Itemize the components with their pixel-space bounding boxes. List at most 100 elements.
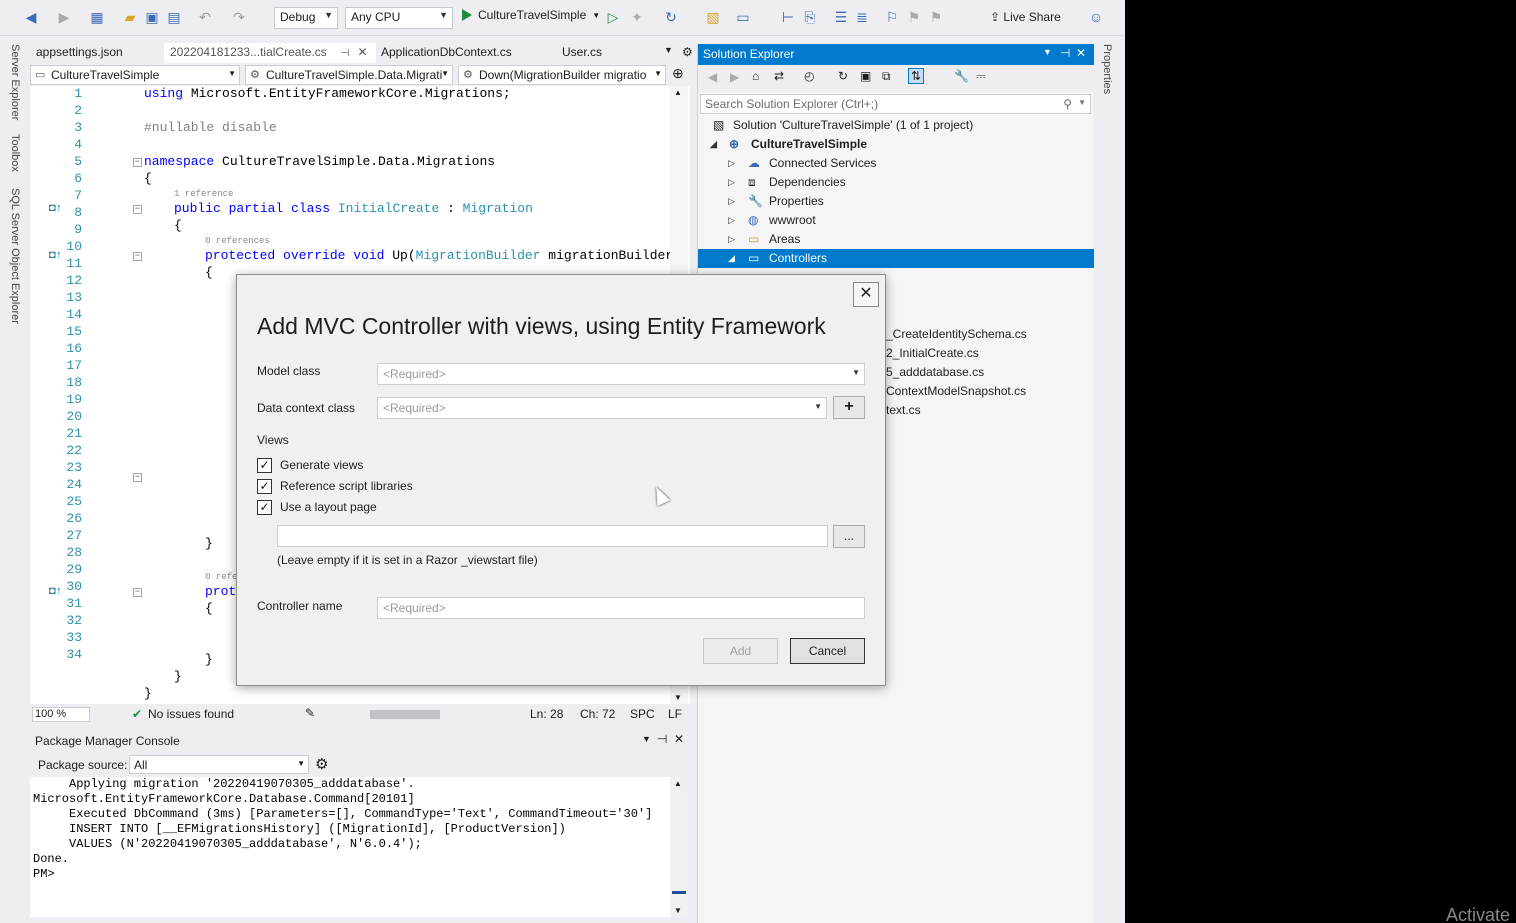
tree-item-migration-file[interactable]: 5_adddatabase.cs (886, 365, 984, 379)
copy-icon[interactable]: ⎘ (801, 8, 819, 26)
type-nav-dropdown[interactable]: ⚙ CultureTravelSimple.Data.Migrati ▼ (245, 65, 453, 85)
data-context-dropdown[interactable]: <Required> ▼ (377, 397, 827, 419)
tree-solution[interactable]: ▧ Solution 'CultureTravelSimple' (1 of 1… (698, 116, 1094, 135)
project-nav-dropdown[interactable]: ▭ CultureTravelSimple ▼ (30, 65, 240, 85)
layout-page-input[interactable] (277, 525, 828, 547)
start-without-debug-icon[interactable]: ▷ (604, 8, 622, 26)
tab-applicationdbcontext[interactable]: ApplicationDbContext.cs (375, 43, 518, 63)
add-button[interactable]: Add (703, 638, 778, 664)
use-layout-checkbox-row[interactable]: ✓ Use a layout page (257, 499, 377, 515)
whitespace-status[interactable]: SPC (630, 707, 655, 721)
align-icon[interactable]: ⊢ (779, 8, 797, 26)
tab-user[interactable]: User.cs (556, 43, 608, 63)
forward-icon[interactable]: ▶ (55, 8, 73, 26)
member-nav-dropdown[interactable]: ⚙ Down(MigrationBuilder migratio ▼ (458, 65, 666, 85)
override-marker-icon[interactable]: ◘↑ (49, 203, 62, 215)
tree-item-areas[interactable]: ▷ ▭ Areas (698, 230, 1094, 249)
live-share-button[interactable]: ⇪ Live Share (990, 10, 1061, 24)
tab-appsettings[interactable]: appsettings.json (30, 43, 129, 63)
se-search-input[interactable]: Search Solution Explorer (Ctrl+;) ⚲ ▼ (700, 94, 1091, 114)
save-all-icon[interactable]: ▤ (165, 8, 183, 26)
scroll-down-icon[interactable]: ▼ (674, 693, 682, 702)
pmc-output[interactable]: Applying migration '20220419070305_addda… (30, 777, 670, 917)
server-explorer-tab[interactable]: Server Explorer (9, 44, 21, 120)
bookmark-icon[interactable]: ⚐ (883, 8, 901, 26)
tree-item-file[interactable]: text.cs (886, 403, 921, 417)
line-ending-status[interactable]: LF (668, 707, 682, 721)
chevron-down-icon[interactable]: ▼ (1078, 98, 1086, 107)
properties-side-tab[interactable]: Properties (1097, 44, 1119, 104)
chevron-down-icon[interactable]: ▼ (1043, 47, 1052, 57)
tab-initialcreate[interactable]: 202204181233...tialCreate.cs ⊣ ✕ (164, 43, 376, 63)
refresh-icon[interactable]: ↻ (662, 8, 680, 26)
tree-item-connected-services[interactable]: ▷ ☁ Connected Services (698, 154, 1094, 173)
use-layout-checkbox[interactable]: ✓ (257, 499, 272, 515)
collapse-icon[interactable]: − (133, 473, 142, 482)
config-dropdown[interactable]: Debug ▼ (274, 7, 338, 29)
codelens-references[interactable]: 0 references (205, 236, 270, 246)
model-class-dropdown[interactable]: <Required> ▼ (377, 363, 865, 385)
code-cleanup-icon[interactable]: ✎ (305, 706, 315, 720)
gear-icon[interactable]: ⚙ (676, 43, 699, 63)
collapsed-icon[interactable]: ▷ (728, 154, 735, 173)
horizontal-scroll-thumb[interactable] (370, 710, 440, 719)
add-data-context-button[interactable]: + (833, 396, 865, 419)
forward-icon[interactable]: ▶ (730, 70, 739, 84)
history-icon[interactable]: ◴ (804, 69, 814, 83)
back-icon[interactable]: ◀ (708, 70, 717, 84)
pmc-scrollbar[interactable]: ▲ ▼ (670, 777, 688, 917)
dialog-close-button[interactable]: ✕ (853, 282, 879, 307)
collapsed-icon[interactable]: ▷ (728, 211, 735, 230)
run-button[interactable]: CultureTravelSimple ▼ (462, 8, 600, 22)
tree-item-dependencies[interactable]: ▷ ⧈ Dependencies (698, 173, 1094, 192)
sql-server-object-explorer-tab[interactable]: SQL Server Object Explorer (9, 188, 21, 324)
home-icon[interactable]: ⌂ (752, 69, 759, 83)
platform-dropdown[interactable]: Any CPU ▼ (345, 7, 453, 29)
tree-item-migration-file[interactable]: ContextModelSnapshot.cs (886, 384, 1026, 398)
indent-icon[interactable]: ☰ (832, 8, 850, 26)
scroll-down-icon[interactable]: ▼ (674, 906, 682, 915)
close-icon[interactable]: ✕ (674, 732, 684, 746)
collapsed-icon[interactable]: ▷ (728, 173, 735, 192)
tree-item-properties[interactable]: ▷ 🔧 Properties (698, 192, 1094, 211)
tree-item-controllers[interactable]: ◢ ▭ Controllers (698, 249, 1094, 268)
hot-reload-icon[interactable]: ✦ (628, 8, 646, 26)
chevron-down-icon[interactable]: ▼ (642, 734, 651, 744)
collapse-icon[interactable]: − (133, 252, 142, 261)
solution-explorer-icon[interactable]: ▧ (704, 8, 722, 26)
properties-icon[interactable]: ⎓ (976, 69, 986, 84)
feedback-icon[interactable]: ☺ (1087, 8, 1105, 26)
generate-views-checkbox-row[interactable]: ✓ Generate views (257, 457, 363, 473)
open-folder-icon[interactable]: ▰ (121, 8, 139, 26)
collapsed-icon[interactable]: ▷ (728, 230, 735, 249)
override-marker-icon[interactable]: ◘↑ (49, 586, 62, 598)
collapse-all-icon[interactable]: ▣ (860, 69, 871, 83)
tree-item-migration-file[interactable]: 2_InitialCreate.cs (886, 346, 979, 360)
pin-icon[interactable]: ⊣ (1060, 46, 1070, 60)
collapse-icon[interactable]: − (133, 158, 142, 167)
wrench-icon[interactable]: 🔧 (954, 69, 969, 83)
reference-scripts-checkbox[interactable]: ✓ (257, 478, 272, 494)
bookmark-next-icon[interactable]: ⚑ (927, 8, 945, 26)
outdent-icon[interactable]: ≣ (853, 8, 871, 26)
reference-scripts-checkbox-row[interactable]: ✓ Reference script libraries (257, 478, 413, 494)
bookmark-prev-icon[interactable]: ⚑ (905, 8, 923, 26)
tree-project[interactable]: ◢ ⊕ CultureTravelSimple (698, 135, 1094, 154)
new-project-icon[interactable]: ▦ (88, 8, 106, 26)
zoom-dropdown[interactable]: 100 % (32, 707, 90, 722)
show-all-files-icon[interactable]: ⧉ (882, 69, 891, 84)
close-icon[interactable]: ✕ (358, 45, 368, 59)
cancel-button[interactable]: Cancel (790, 638, 865, 664)
sync-icon[interactable]: ↻ (838, 69, 848, 83)
scroll-thumb[interactable] (672, 891, 686, 894)
package-source-dropdown[interactable]: All ▼ (129, 755, 309, 774)
preview-icon[interactable]: ⇅ (908, 68, 925, 84)
codelens-references[interactable]: 1 reference (174, 189, 233, 199)
collapse-icon[interactable]: − (133, 588, 142, 597)
switch-views-icon[interactable]: ⇄ (774, 69, 784, 83)
browse-layout-button[interactable]: ... (833, 525, 865, 548)
collapse-icon[interactable]: − (133, 205, 142, 214)
issues-status[interactable]: No issues found (148, 707, 234, 721)
close-icon[interactable]: ✕ (1076, 46, 1086, 60)
redo-icon[interactable]: ↷ (230, 8, 248, 26)
